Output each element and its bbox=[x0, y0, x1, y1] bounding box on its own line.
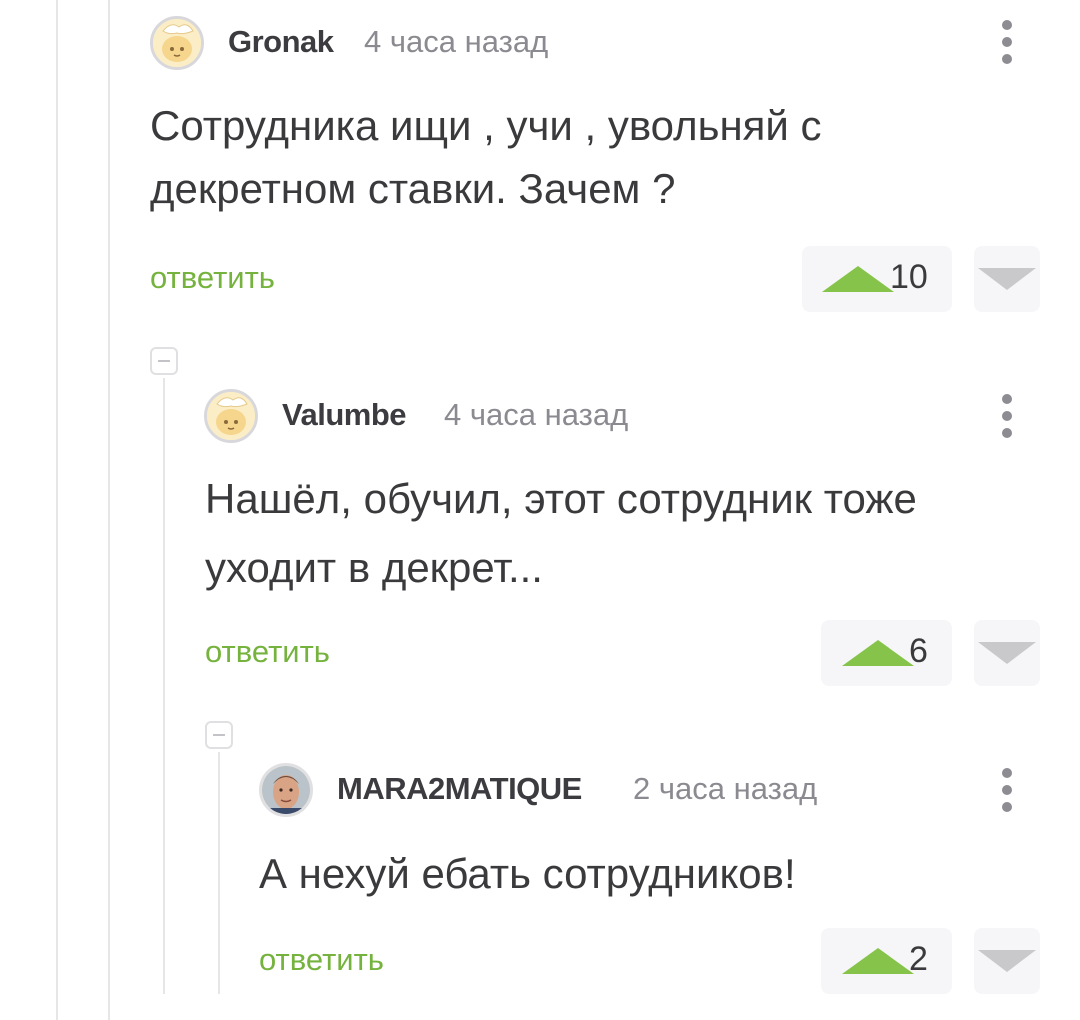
downvote-button[interactable] bbox=[974, 928, 1040, 994]
rating-count: 2 bbox=[909, 940, 928, 978]
username[interactable]: MARA2MATIQUE bbox=[337, 771, 582, 807]
more-options-icon[interactable] bbox=[988, 388, 1028, 444]
rating-count: 6 bbox=[909, 632, 928, 670]
username[interactable]: Gronak bbox=[228, 24, 334, 60]
comment-text-line-1: Нашёл, обучил, этот сотрудник тоже bbox=[205, 475, 917, 522]
more-options-icon[interactable] bbox=[988, 762, 1028, 818]
avatar[interactable] bbox=[150, 16, 204, 70]
collapse-thread-button[interactable] bbox=[205, 721, 233, 749]
reply-link[interactable]: ответить bbox=[259, 942, 384, 978]
username[interactable]: Valumbe bbox=[282, 397, 407, 433]
avatar[interactable] bbox=[259, 763, 313, 817]
thread-line-level-2 bbox=[163, 378, 165, 994]
upvote-button[interactable]: 6 bbox=[821, 620, 952, 686]
upvote-arrow-icon bbox=[822, 266, 894, 292]
comment-text-line-2: декретном ставки. Зачем ? bbox=[150, 165, 676, 212]
thread-line-outer bbox=[56, 0, 58, 1020]
minus-icon bbox=[213, 734, 225, 736]
reply-link[interactable]: ответить bbox=[205, 634, 330, 670]
downvote-button[interactable] bbox=[974, 620, 1040, 686]
reply-link[interactable]: ответить bbox=[150, 260, 275, 296]
minus-icon bbox=[158, 360, 170, 362]
thread-line-level-3 bbox=[218, 752, 220, 994]
thread-line-level-1 bbox=[108, 0, 110, 1020]
collapse-thread-button[interactable] bbox=[150, 347, 178, 375]
avatar[interactable] bbox=[204, 389, 258, 443]
comment-text-line-2: уходит в декрет... bbox=[205, 544, 543, 591]
upvote-arrow-icon bbox=[842, 640, 914, 666]
downvote-arrow-icon bbox=[978, 268, 1036, 290]
downvote-arrow-icon bbox=[978, 642, 1036, 664]
timestamp[interactable]: 4 часа назад bbox=[364, 24, 548, 60]
rating-count: 10 bbox=[890, 258, 928, 296]
cat-avatar-icon bbox=[153, 19, 201, 67]
downvote-button[interactable] bbox=[974, 246, 1040, 312]
timestamp[interactable]: 2 часа назад bbox=[633, 771, 817, 807]
upvote-button[interactable]: 10 bbox=[802, 246, 952, 312]
upvote-button[interactable]: 2 bbox=[821, 928, 952, 994]
cat-avatar-icon bbox=[207, 392, 255, 440]
photo-avatar-icon bbox=[262, 766, 310, 814]
upvote-arrow-icon bbox=[842, 948, 914, 974]
downvote-arrow-icon bbox=[978, 950, 1036, 972]
more-options-icon[interactable] bbox=[988, 14, 1028, 70]
comment-text-line-1: Сотрудника ищи , учи , увольняй с bbox=[150, 102, 822, 149]
comment-text-line-1: А нехуй ебать сотрудников! bbox=[259, 850, 796, 897]
timestamp[interactable]: 4 часа назад bbox=[444, 397, 628, 433]
